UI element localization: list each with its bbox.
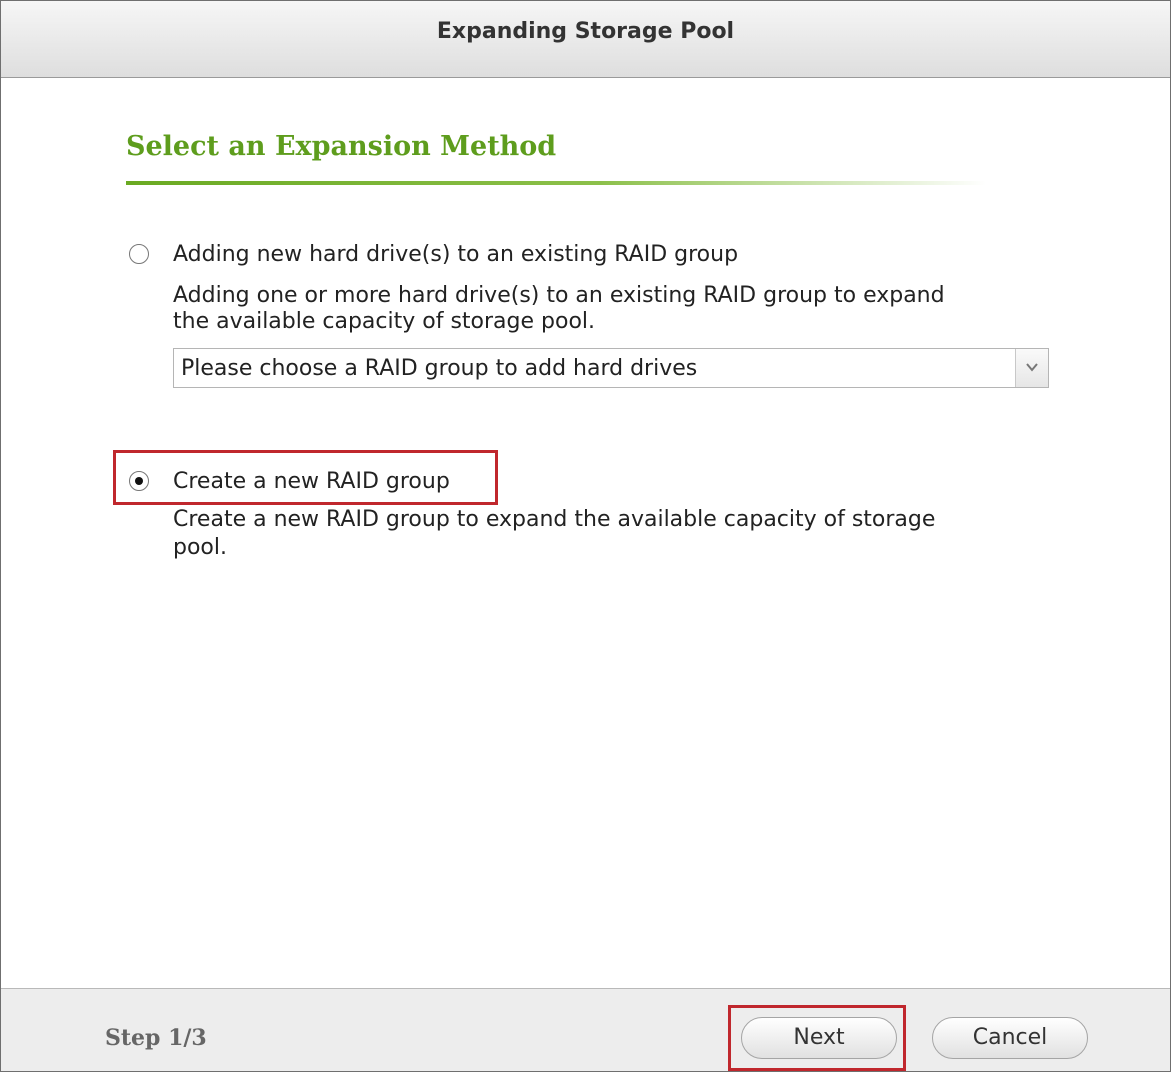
annotation-highlight-next — [728, 1005, 906, 1071]
option-create-raid-description-line2: pool. — [173, 535, 227, 560]
raid-group-select[interactable]: Please choose a RAID group to add hard d… — [173, 348, 1049, 388]
dialog-title: Expanding Storage Pool — [1, 1, 1170, 78]
expanding-storage-pool-dialog: Expanding Storage Pool Select an Expansi… — [0, 0, 1171, 1072]
option-add-drives-label[interactable]: Adding new hard drive(s) to an existing … — [173, 242, 738, 267]
step-indicator: Step 1/3 — [105, 1025, 207, 1051]
raid-group-select-value: Please choose a RAID group to add hard d… — [181, 356, 698, 381]
section-title: Select an Expansion Method — [126, 131, 557, 162]
radio-add-drives[interactable] — [129, 244, 149, 264]
option-add-drives-description-line2: the available capacity of storage pool. — [173, 309, 596, 334]
section-divider — [126, 181, 986, 185]
option-add-drives-description-line1: Adding one or more hard drive(s) to an e… — [173, 283, 945, 308]
select-dropdown-button[interactable] — [1015, 349, 1048, 387]
option-create-raid-description-line1: Create a new RAID group to expand the av… — [173, 507, 936, 532]
chevron-down-icon — [1026, 363, 1038, 372]
cancel-button[interactable]: Cancel — [932, 1017, 1088, 1059]
annotation-highlight-create-raid — [113, 450, 498, 505]
